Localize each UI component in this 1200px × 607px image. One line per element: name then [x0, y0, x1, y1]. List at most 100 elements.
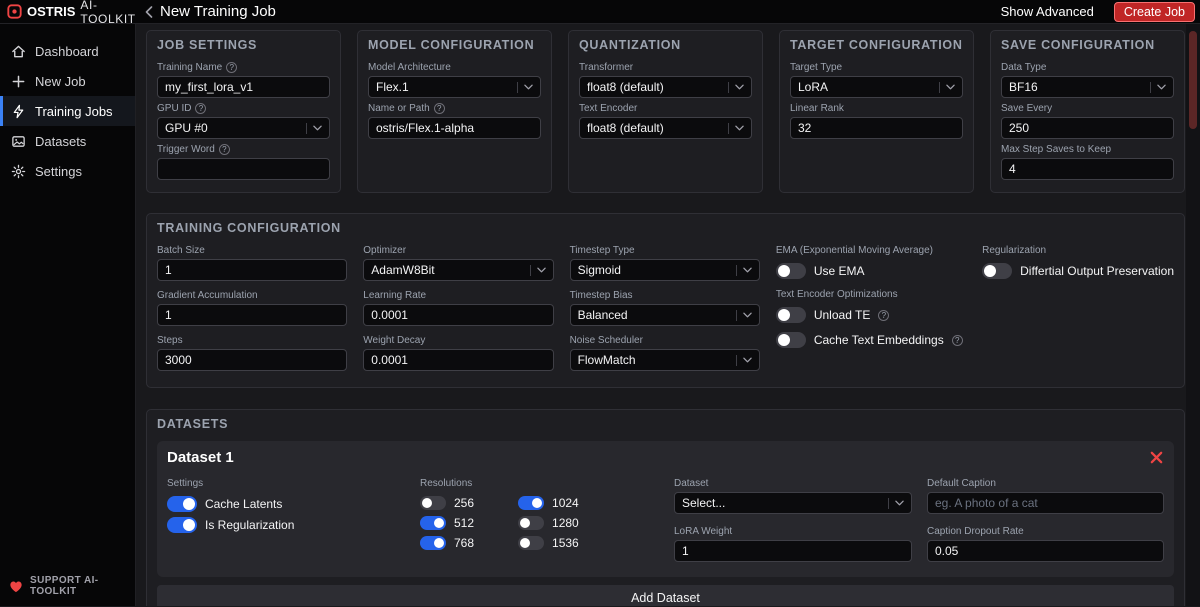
sidebar-item-label: New Job: [35, 73, 86, 89]
caption-dropout-rate-input[interactable]: [927, 540, 1164, 562]
default-caption-field: Default Caption: [927, 478, 1164, 514]
gpu-id-select[interactable]: GPU #0: [157, 117, 330, 139]
job-settings-panel: JOB SETTINGS Training Name ? GPU ID ?: [146, 30, 341, 193]
back-button[interactable]: [145, 5, 153, 18]
text-encoder-field: Text Encoder float8 (default): [579, 103, 752, 139]
scrollbar-thumb[interactable]: [1189, 31, 1197, 129]
data-type-field: Data Type BF16: [1001, 62, 1174, 98]
differential-output-preservation-toggle[interactable]: [982, 263, 1013, 279]
steps-input[interactable]: [157, 349, 348, 371]
toggle-knob: [520, 518, 531, 528]
panel-title: TRAINING CONFIGURATION: [157, 221, 341, 235]
resolution-512-toggle[interactable]: [420, 516, 446, 530]
dataset-select-field: Dataset Select...: [674, 478, 912, 514]
panel-title: TARGET CONFIGURATION: [790, 38, 963, 52]
training-name-input[interactable]: [157, 76, 330, 98]
resolution-768-toggle[interactable]: [420, 536, 446, 550]
cache-latents-label: Cache Latents: [205, 497, 283, 511]
sidebar-item-dashboard[interactable]: Dashboard: [0, 36, 135, 66]
linear-rank-input[interactable]: [790, 117, 963, 139]
target-type-select[interactable]: LoRA: [790, 76, 963, 98]
shell: Dashboard New Job Training Jobs Datasets: [0, 24, 1200, 606]
text-encoder-select[interactable]: float8 (default): [579, 117, 752, 139]
resolution-1024-toggle[interactable]: [518, 496, 545, 510]
support-ai-toolkit-link[interactable]: SUPPORT AI-TOOLKIT: [9, 575, 135, 597]
name-or-path-input[interactable]: [368, 117, 541, 139]
differential-output-preservation-row: Differtial Output Preservation: [982, 263, 1174, 279]
caption-dropout-rate-field: Caption Dropout Rate: [927, 526, 1164, 562]
toggle-knob: [532, 498, 543, 508]
weight-decay-input[interactable]: [363, 349, 554, 371]
resolution-1536-label: 1536: [552, 536, 579, 550]
model-architecture-select[interactable]: Flex.1: [368, 76, 541, 98]
show-advanced-button[interactable]: Show Advanced: [995, 3, 1100, 20]
chevron-down-icon: [536, 267, 546, 273]
transformer-select[interactable]: float8 (default): [579, 76, 752, 98]
dataset-card-title: Dataset 1: [167, 449, 234, 466]
help-icon[interactable]: ?: [951, 334, 963, 346]
help-icon[interactable]: ?: [433, 103, 445, 114]
sidebar-item-new-job[interactable]: New Job: [0, 66, 135, 96]
help-icon[interactable]: ?: [878, 309, 890, 321]
resolution-256-toggle[interactable]: [420, 496, 446, 510]
chevron-left-icon: [145, 5, 153, 18]
resolution-1536-toggle[interactable]: [518, 536, 545, 550]
noise-scheduler-field: Noise Scheduler FlowMatch: [569, 335, 760, 371]
home-icon: [11, 44, 26, 59]
resolution-1280-toggle[interactable]: [518, 516, 545, 530]
is-regularization-toggle[interactable]: [167, 517, 197, 533]
timestep-type-select[interactable]: Sigmoid: [569, 259, 760, 281]
resolution-1280-row: 1280: [518, 516, 579, 530]
optimizer-select[interactable]: AdamW8Bit: [363, 259, 554, 281]
add-dataset-button[interactable]: Add Dataset: [157, 585, 1174, 606]
select-divider: [517, 81, 518, 93]
resolution-1024-label: 1024: [552, 496, 579, 510]
training-col-1: Batch Size Gradient Accumulation Steps: [157, 245, 348, 380]
sidebar-item-label: Training Jobs: [35, 103, 113, 119]
help-icon[interactable]: ?: [195, 103, 207, 114]
data-type-select[interactable]: BF16: [1001, 76, 1174, 98]
dataset-settings-group: Settings Cache Latents Is Regularization: [167, 478, 405, 567]
max-step-saves-input[interactable]: [1001, 158, 1174, 180]
lora-weight-label: LoRA Weight: [674, 526, 733, 537]
batch-size-input[interactable]: [157, 259, 348, 281]
training-config-grid: Batch Size Gradient Accumulation Steps: [157, 245, 1174, 380]
use-ema-toggle[interactable]: [775, 263, 806, 279]
dataset-select[interactable]: Select...: [674, 492, 912, 514]
gradient-accumulation-input[interactable]: [157, 304, 348, 326]
help-icon[interactable]: ?: [226, 62, 238, 73]
resolution-512-row: 512: [420, 516, 474, 530]
toggle-knob: [183, 498, 195, 510]
chevron-down-icon: [735, 125, 744, 131]
select-divider: [529, 264, 531, 276]
trigger-word-input[interactable]: [157, 158, 330, 180]
max-step-saves-field: Max Step Saves to Keep: [1001, 144, 1174, 180]
toggle-knob: [183, 519, 195, 531]
main-content: JOB SETTINGS Training Name ? GPU ID ?: [136, 24, 1200, 606]
default-caption-input[interactable]: [927, 492, 1164, 514]
remove-dataset-button[interactable]: [1149, 450, 1164, 465]
timestep-bias-label-row: Timestep Bias: [570, 290, 760, 301]
save-every-input[interactable]: [1001, 117, 1174, 139]
create-job-button[interactable]: Create Job: [1113, 1, 1195, 22]
model-configuration-panel: MODEL CONFIGURATION Model Architecture F…: [357, 30, 552, 193]
learning-rate-input[interactable]: [363, 304, 554, 326]
cache-latents-toggle[interactable]: [167, 496, 197, 512]
training-col-4: EMA (Exponential Moving Average) Use EMA…: [775, 245, 966, 380]
noise-scheduler-select[interactable]: FlowMatch: [569, 349, 760, 371]
select-divider: [888, 497, 889, 509]
timestep-bias-select[interactable]: Balanced: [569, 304, 760, 326]
gpu-id-label: GPU ID: [157, 103, 192, 114]
sidebar-item-settings[interactable]: Settings: [0, 156, 135, 186]
topbar-actions: Show Advanced Create Job: [995, 1, 1200, 22]
scrollbar[interactable]: [1186, 24, 1200, 606]
cache-text-embeddings-toggle[interactable]: [775, 332, 806, 348]
sidebar-item-datasets[interactable]: Datasets: [0, 126, 135, 156]
lora-weight-input[interactable]: [674, 540, 912, 562]
unload-te-toggle[interactable]: [775, 307, 806, 323]
image-icon: [11, 134, 26, 149]
sidebar-item-training-jobs[interactable]: Training Jobs: [0, 96, 135, 126]
name-or-path-field: Name or Path ?: [368, 103, 541, 139]
dataset-card-header: Dataset 1: [167, 449, 1164, 466]
help-icon[interactable]: ?: [218, 144, 230, 155]
